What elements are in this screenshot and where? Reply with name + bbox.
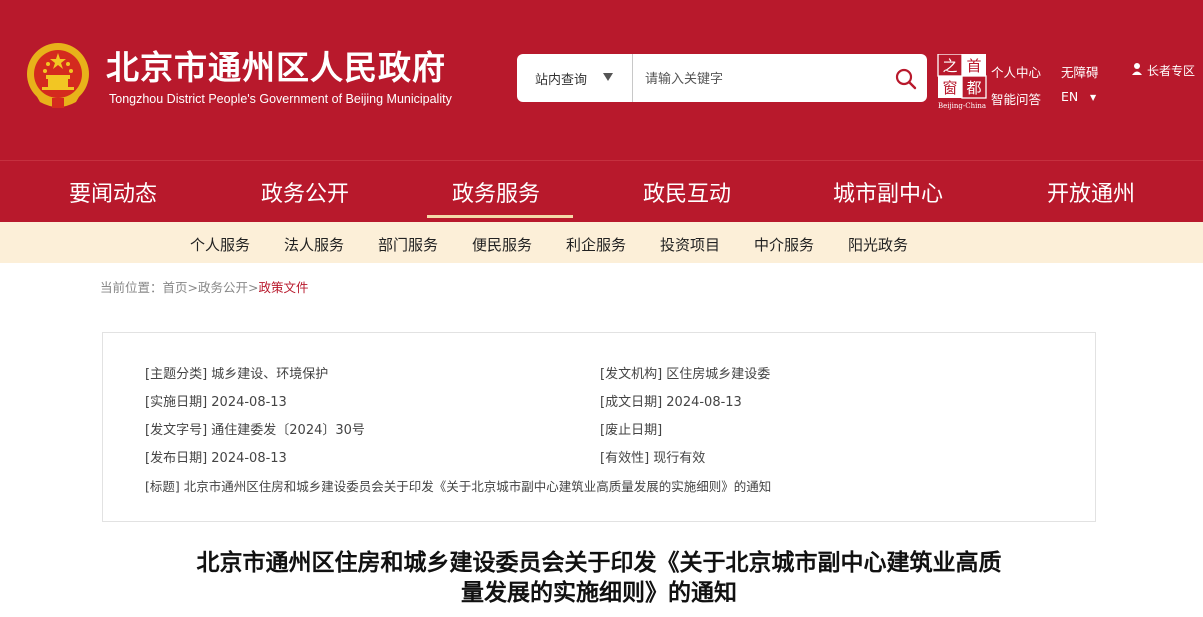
active-nav-indicator xyxy=(427,215,573,218)
search-scope-select[interactable]: 站内查询 xyxy=(517,54,633,102)
breadcrumb-home[interactable]: 首页 xyxy=(163,280,188,295)
subnav-item-convenience[interactable]: 便民服务 xyxy=(472,234,532,255)
info-issuer: [发文机构] 区住房城乡建设委 xyxy=(600,367,771,382)
info-abolish-date: [废止日期] xyxy=(600,423,663,438)
subnav-item-department[interactable]: 部门服务 xyxy=(378,234,438,255)
breadcrumb-separator: > xyxy=(187,280,199,295)
language-switch[interactable]: EN xyxy=(1061,89,1078,104)
breadcrumb-level1[interactable]: 政务公开 xyxy=(198,280,248,295)
sub-navigation: 个人服务 法人服务 部门服务 便民服务 利企服务 投资项目 中介服务 阳光政务 xyxy=(0,222,1203,263)
logo-char-zhi: 之 xyxy=(942,57,957,75)
site-title[interactable]: 北京市通州区人民政府 xyxy=(106,46,446,90)
smart-qa-link[interactable]: 智能问答 xyxy=(991,89,1041,108)
breadcrumb-separator: > xyxy=(248,280,259,295)
search-scope-label: 站内查询 xyxy=(535,73,588,88)
subnav-item-legal-person[interactable]: 法人服务 xyxy=(284,234,344,255)
nav-item-interaction[interactable]: 政民互动 xyxy=(643,176,731,208)
nav-item-sub-center[interactable]: 城市副中心 xyxy=(833,176,943,208)
breadcrumb-current[interactable]: 政策文件 xyxy=(259,280,309,295)
breadcrumb-prefix: 当前位置： xyxy=(100,280,163,295)
personal-center-link[interactable]: 个人中心 xyxy=(991,62,1041,81)
logo-char-chuang: 窗 xyxy=(942,79,957,97)
search-icon[interactable] xyxy=(893,66,919,92)
info-written-date: [成文日期] 2024-08-13 xyxy=(600,395,742,410)
subnav-item-personal[interactable]: 个人服务 xyxy=(190,234,250,255)
nav-item-gov-services[interactable]: 政务服务 xyxy=(452,176,540,208)
nav-item-gov-affairs[interactable]: 政务公开 xyxy=(261,176,349,208)
info-effective-date: [实施日期] 2024-08-13 xyxy=(145,395,287,410)
accessibility-link[interactable]: 无障碍 xyxy=(1061,62,1099,81)
logo-caption: Beijing-China xyxy=(938,102,986,110)
document-title-line2: 量发展的实施细则》的通知 xyxy=(461,580,737,606)
info-doc-number: [发文字号] 通住建委发〔2024〕30号 xyxy=(145,423,365,438)
info-validity: [有效性] 现行有效 xyxy=(600,451,706,466)
document-title-line1: 北京市通州区住房和城乡建设委员会关于印发《关于北京城市副中心建筑业高质 xyxy=(196,550,1002,576)
subnav-item-investment[interactable]: 投资项目 xyxy=(660,234,720,255)
site-header: 北京市通州区人民政府 Tongzhou District People's Go… xyxy=(0,0,1203,222)
subnav-item-business[interactable]: 利企服务 xyxy=(566,234,626,255)
logo-char-du: 都 xyxy=(966,79,981,97)
search-input[interactable] xyxy=(643,66,887,92)
elder-zone-link[interactable]: 长者专区 xyxy=(1147,62,1195,79)
capital-window-logo[interactable]: 首 都 之 窗 Beijing-China xyxy=(934,54,990,110)
subnav-item-agency[interactable]: 中介服务 xyxy=(754,234,814,255)
caret-down-icon xyxy=(603,73,613,81)
nav-divider xyxy=(0,160,1203,161)
search-bar: 站内查询 xyxy=(517,54,927,102)
nav-item-open-tongzhou[interactable]: 开放通州 xyxy=(1047,176,1135,208)
user-icon xyxy=(1132,63,1142,75)
info-title: [标题] 北京市通州区住房和城乡建设委员会关于印发《关于北京城市副中心建筑业高质… xyxy=(145,479,772,494)
national-emblem-icon[interactable] xyxy=(24,40,92,112)
caret-down-icon: ▼ xyxy=(1090,93,1097,102)
nav-item-news[interactable]: 要闻动态 xyxy=(69,176,157,208)
info-topic: [主题分类] 城乡建设、环境保护 xyxy=(145,367,329,382)
logo-char-shou: 首 xyxy=(966,57,981,75)
info-publish-date: [发布日期] 2024-08-13 xyxy=(145,451,287,466)
document-info-panel: [主题分类] 城乡建设、环境保护 [发文机构] 区住房城乡建设委 [实施日期] … xyxy=(102,332,1096,522)
site-subtitle-en: Tongzhou District People's Government of… xyxy=(109,92,452,106)
subnav-item-sunshine[interactable]: 阳光政务 xyxy=(848,234,908,255)
document-title: 北京市通州区住房和城乡建设委员会关于印发《关于北京城市副中心建筑业高质 量发展的… xyxy=(100,548,1098,608)
breadcrumb: 当前位置：首页>政务公开>政策文件 xyxy=(100,277,309,296)
